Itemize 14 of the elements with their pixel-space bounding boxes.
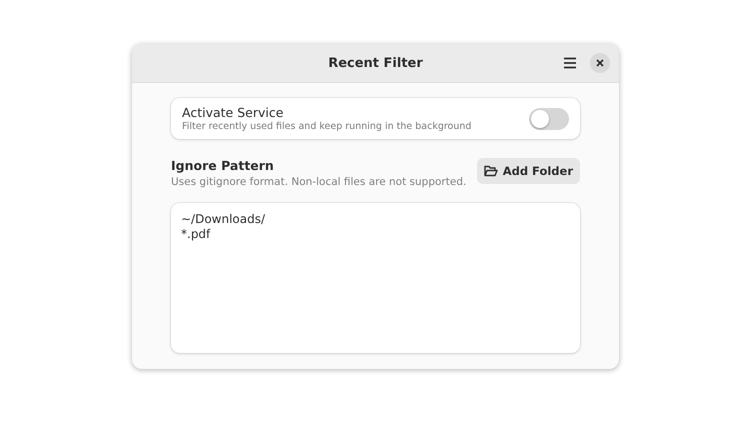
section-description: Uses gitignore format. Non-local files are not supported. xyxy=(171,176,468,188)
add-folder-button[interactable]: Add Folder xyxy=(476,158,580,184)
service-title: Activate Service xyxy=(182,105,284,120)
menu-icon xyxy=(563,57,577,69)
service-switch[interactable] xyxy=(529,108,569,130)
window-title: Recent Filter xyxy=(328,56,423,70)
close-icon xyxy=(596,59,604,67)
pattern-line: *.pdf xyxy=(181,227,210,242)
section-title: Ignore Pattern xyxy=(171,158,275,173)
pattern-editor[interactable]: ~/Downloads/ *.pdf xyxy=(171,203,580,353)
service-subtitle: Filter recently used files and keep running in the background xyxy=(182,121,472,132)
pattern-line: ~/Downloads/ xyxy=(181,212,266,227)
folder-icon xyxy=(484,165,498,177)
close-button[interactable] xyxy=(590,53,610,73)
